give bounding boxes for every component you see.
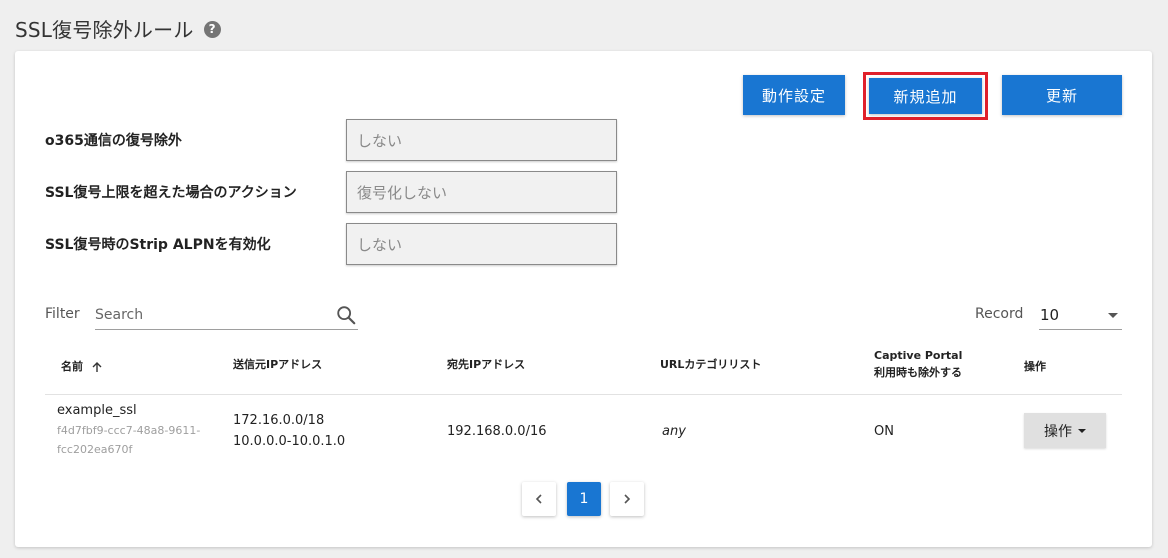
pagination-prev-button[interactable] (522, 482, 556, 516)
record-select[interactable]: 10 (1039, 301, 1122, 330)
setting-label-strip-alpn: SSL復号時のStrip ALPNを有効化 (45, 237, 271, 253)
column-header-name[interactable]: 名前 (61, 358, 103, 375)
help-icon[interactable]: ? (203, 20, 221, 38)
record-label: Record (975, 306, 1024, 322)
setting-field-o365[interactable]: しない (346, 119, 617, 161)
row-actions-button[interactable]: 操作 (1024, 413, 1106, 448)
pagination-page-button[interactable]: 1 (567, 482, 601, 516)
source-ip-2: 10.0.0.0-10.0.1.0 (233, 434, 346, 449)
table-cell-captive-portal: ON (874, 424, 894, 439)
column-header-name-label: 名前 (61, 360, 83, 373)
refresh-button[interactable]: 更新 (1002, 75, 1122, 115)
rule-name: example_ssl (57, 403, 137, 418)
setting-field-strip-alpn[interactable]: しない (346, 223, 617, 265)
search-icon[interactable] (335, 304, 357, 326)
record-value: 10 (1040, 306, 1060, 324)
source-ip-1: 172.16.0.0/18 (233, 413, 325, 428)
filter-label: Filter (45, 306, 80, 322)
main-card: 動作設定 新規追加 更新 o365通信の復号除外 しない SSL復号上限を超えた… (15, 51, 1152, 547)
column-header-dest-ip[interactable]: 宛先IPアドレス (447, 356, 525, 373)
pagination-next-button[interactable] (610, 482, 644, 516)
table-cell-url-category: any (662, 424, 686, 439)
sort-ascending-icon[interactable] (91, 361, 103, 373)
table-cell-name: example_ssl f4d7fbf9-ccc7-48a8-9611- fcc… (57, 401, 200, 459)
table-cell-source-ip: 172.16.0.0/18 10.0.0.0-10.0.1.0 (233, 410, 345, 452)
add-button-highlight: 新規追加 (863, 72, 988, 120)
table-header-divider (45, 394, 1122, 395)
search-box (95, 301, 358, 330)
column-header-captive-portal[interactable]: Captive Portal 利用時も除外する (874, 347, 962, 381)
column-header-actions: 操作 (1024, 360, 1046, 373)
column-header-captive-line2: 利用時も除外する (874, 366, 962, 379)
rule-uuid-line1: f4d7fbf9-ccc7-48a8-9611- (57, 424, 201, 437)
search-input[interactable] (95, 301, 325, 329)
column-header-url-category[interactable]: URLカテゴリリスト (660, 356, 761, 373)
caret-down-icon (1078, 428, 1086, 433)
table-cell-dest-ip: 192.168.0.0/16 (447, 424, 547, 439)
settings-button[interactable]: 動作設定 (743, 75, 845, 115)
chevron-right-icon (624, 494, 631, 504)
setting-field-limit-action[interactable]: 復号化しない (346, 171, 617, 213)
page-header: SSL復号除外ルール ? (15, 14, 221, 43)
column-header-source-ip[interactable]: 送信元IPアドレス (233, 356, 322, 373)
chevron-left-icon (535, 494, 542, 504)
rule-uuid-line2: fcc202ea670f (57, 443, 133, 456)
chevron-down-icon (1108, 313, 1118, 318)
setting-label-limit-action: SSL復号上限を超えた場合のアクション (45, 185, 297, 201)
page-title: SSL復号除外ルール (15, 18, 194, 42)
column-header-captive-line1: Captive Portal (874, 349, 963, 362)
setting-label-o365: o365通信の復号除外 (45, 133, 182, 149)
add-new-button[interactable]: 新規追加 (869, 78, 982, 114)
row-actions-label: 操作 (1044, 422, 1072, 439)
